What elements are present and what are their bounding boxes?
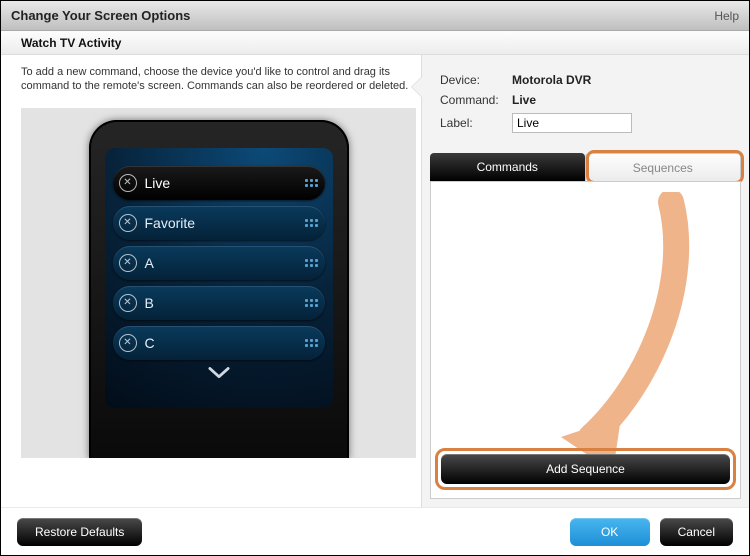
remote-screen[interactable]: ✕ Live ✕ Favorite ✕ A ✕ — [105, 148, 333, 408]
tab-sequences[interactable]: Sequences — [585, 153, 742, 181]
remove-icon[interactable]: ✕ — [119, 174, 137, 192]
screen-button-label: C — [145, 335, 155, 351]
restore-defaults-label: Restore Defaults — [35, 525, 124, 539]
tab-commands[interactable]: Commands — [430, 153, 585, 181]
screen-button-a[interactable]: ✕ A — [113, 246, 325, 280]
right-panel: Device: Motorola DVR Command: Live Label… — [421, 55, 749, 507]
remove-icon[interactable]: ✕ — [119, 294, 137, 312]
tab-bar: Commands Sequences — [430, 153, 741, 181]
footer-right-buttons: OK Cancel — [570, 518, 733, 546]
screen-button-b[interactable]: ✕ B — [113, 286, 325, 320]
tab-commands-label: Commands — [477, 160, 538, 174]
device-value: Motorola DVR — [512, 73, 591, 87]
device-label: Device: — [440, 73, 512, 87]
screen-button-label: A — [145, 255, 154, 271]
annotation-arrow-icon — [541, 192, 701, 472]
drag-handle-icon[interactable] — [305, 259, 317, 267]
restore-defaults-button[interactable]: Restore Defaults — [17, 518, 142, 546]
command-row: Command: Live — [440, 93, 731, 107]
left-panel: To add a new command, choose the device … — [1, 55, 421, 507]
window-title: Change Your Screen Options — [11, 8, 190, 23]
label-row: Label: — [440, 113, 731, 133]
remote-preview: ✕ Live ✕ Favorite ✕ A ✕ — [21, 108, 416, 458]
screen-button-label: Favorite — [145, 215, 196, 231]
add-sequence-button[interactable]: Add Sequence — [441, 454, 730, 484]
screen-button-label: B — [145, 295, 154, 311]
activity-subheader: Watch TV Activity — [1, 31, 749, 55]
command-label: Command: — [440, 93, 512, 107]
panel-pointer-icon — [412, 77, 422, 97]
label-label: Label: — [440, 116, 512, 130]
screen-button-live[interactable]: ✕ Live — [113, 166, 325, 200]
cancel-button[interactable]: Cancel — [660, 518, 733, 546]
screen-button-favorite[interactable]: ✕ Favorite — [113, 206, 325, 240]
drag-handle-icon[interactable] — [305, 219, 317, 227]
properties-section: Device: Motorola DVR Command: Live Label… — [422, 55, 749, 149]
cancel-label: Cancel — [678, 525, 715, 539]
help-link[interactable]: Help — [714, 9, 739, 23]
label-input[interactable] — [512, 113, 632, 133]
footer-bar: Restore Defaults OK Cancel — [1, 507, 749, 555]
screen-button-label: Live — [145, 175, 171, 191]
tab-content: Add Sequence — [430, 181, 741, 499]
remote-body: ✕ Live ✕ Favorite ✕ A ✕ — [89, 120, 349, 458]
ok-label: OK — [601, 525, 618, 539]
instructions-text: To add a new command, choose the device … — [21, 65, 413, 94]
screen-button-c[interactable]: ✕ C — [113, 326, 325, 360]
tab-sequences-label: Sequences — [633, 161, 693, 175]
activity-title: Watch TV Activity — [21, 36, 121, 50]
remove-icon[interactable]: ✕ — [119, 334, 137, 352]
add-sequence-label: Add Sequence — [546, 462, 625, 476]
remove-icon[interactable]: ✕ — [119, 254, 137, 272]
scroll-down-icon[interactable] — [113, 366, 325, 383]
ok-button[interactable]: OK — [570, 518, 650, 546]
drag-handle-icon[interactable] — [305, 299, 317, 307]
title-bar: Change Your Screen Options Help — [1, 1, 749, 31]
content-area: To add a new command, choose the device … — [1, 55, 749, 507]
remove-icon[interactable]: ✕ — [119, 214, 137, 232]
device-row: Device: Motorola DVR — [440, 73, 731, 87]
drag-handle-icon[interactable] — [305, 339, 317, 347]
drag-handle-icon[interactable] — [305, 179, 317, 187]
command-value: Live — [512, 93, 536, 107]
